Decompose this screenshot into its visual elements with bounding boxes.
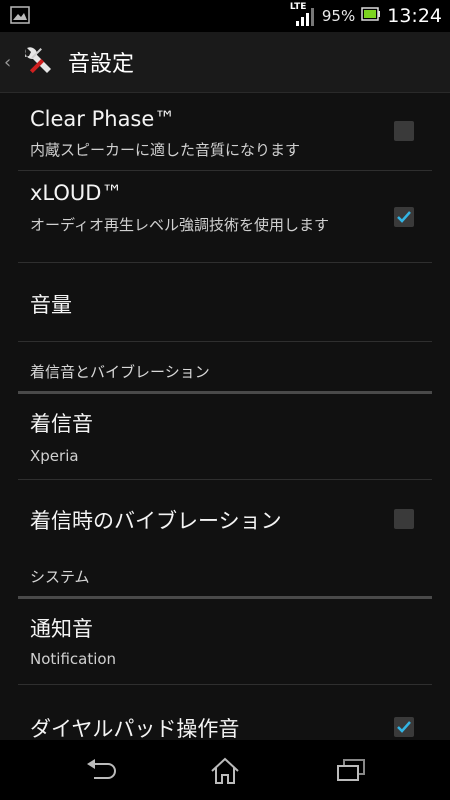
volume-setting[interactable]: 音量 — [18, 263, 432, 342]
volume-title: 音量 — [30, 293, 72, 317]
xloud-checkbox[interactable] — [394, 207, 414, 227]
ringtone-title: 着信音 — [30, 412, 93, 436]
clear-phase-setting[interactable]: Clear Phase™ 内蔵スピーカーに適した音質になります — [18, 93, 432, 171]
settings-list: Clear Phase™ 内蔵スピーカーに適した音質になります xLOUD™ オ… — [0, 93, 450, 740]
xloud-title: xLOUD™ — [30, 181, 123, 205]
back-icon[interactable] — [84, 756, 118, 788]
navigation-bar — [0, 740, 450, 800]
ringtone-section-header: 着信音とバイブレーション — [18, 341, 432, 394]
ringtone-subtitle: Xperia — [30, 447, 79, 465]
xloud-subtitle: オーディオ再生レベル強調技術を使用します — [30, 216, 329, 234]
notification-sound-title: 通知音 — [30, 617, 93, 641]
battery-icon — [361, 6, 381, 26]
signal-icon: LTE — [290, 2, 316, 28]
dialpad-tones-checkbox[interactable] — [394, 717, 414, 737]
clock: 13:24 — [387, 5, 442, 27]
dialpad-tones-title: ダイヤルパッド操作音 — [30, 717, 240, 740]
clear-phase-checkbox[interactable] — [394, 121, 414, 141]
ringtone-setting[interactable]: 着信音 Xperia — [18, 394, 432, 480]
clear-phase-subtitle: 内蔵スピーカーに適した音質になります — [30, 141, 301, 159]
action-bar: ‹ 音設定 — [0, 32, 450, 93]
system-section-header: システム — [18, 558, 432, 599]
page-title: 音設定 — [68, 52, 135, 77]
checkmark-icon — [397, 211, 411, 223]
up-chevron-icon[interactable]: ‹ — [4, 52, 16, 73]
vibrate-on-ring-title: 着信時のバイブレーション — [30, 509, 282, 533]
xloud-setting[interactable]: xLOUD™ オーディオ再生レベル強調技術を使用します — [18, 171, 432, 263]
home-icon[interactable] — [208, 756, 242, 790]
tools-icon[interactable] — [18, 43, 56, 81]
gallery-notification-icon — [10, 6, 30, 28]
recent-apps-icon[interactable] — [334, 756, 368, 788]
vibrate-on-ring-checkbox[interactable] — [394, 509, 414, 529]
notification-sound-subtitle: Notification — [30, 650, 117, 668]
status-bar: LTE 95% 13:24 — [0, 0, 450, 32]
notification-sound-setting[interactable]: 通知音 Notification — [18, 599, 432, 685]
clear-phase-title: Clear Phase™ — [30, 107, 176, 131]
dialpad-tones-setting[interactable]: ダイヤルパッド操作音 — [18, 685, 432, 740]
battery-percentage: 95% — [321, 7, 356, 25]
checkmark-icon — [397, 721, 411, 733]
vibrate-on-ring-setting[interactable]: 着信時のバイブレーション — [18, 480, 432, 558]
